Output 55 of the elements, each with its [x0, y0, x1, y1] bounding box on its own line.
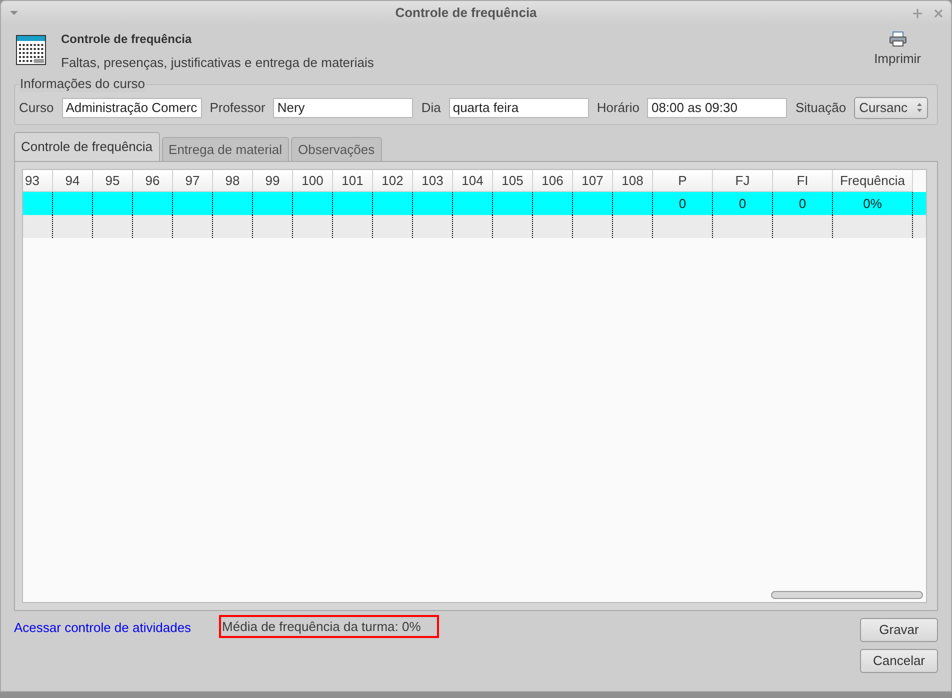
- column-header[interactable]: P: [653, 170, 713, 192]
- tab[interactable]: Observações: [290, 137, 382, 161]
- text-field[interactable]: Administração Comerc: [62, 98, 202, 118]
- field-label: Horário: [596, 98, 640, 117]
- tab[interactable]: Controle de frequência: [14, 132, 160, 161]
- field-label: Dia: [421, 98, 441, 117]
- table-cell: 0: [678, 196, 686, 211]
- maximize-icon[interactable]: [913, 8, 922, 18]
- average-label: Média de frequência da turma: 0%: [219, 615, 440, 638]
- print-button[interactable]: Imprimir: [874, 31, 921, 68]
- column-header[interactable]: 102: [373, 170, 413, 192]
- text-field[interactable]: Nery: [273, 98, 414, 118]
- status-dropdown[interactable]: Cursanc: [854, 96, 928, 118]
- table-cell: 0%: [863, 196, 882, 211]
- column-header[interactable]: 97: [173, 170, 213, 192]
- column-header[interactable]: 106: [533, 170, 573, 192]
- calendar-icon: [16, 35, 46, 65]
- field-label: Professor: [210, 98, 266, 117]
- field-label: Situação: [795, 98, 846, 117]
- table-row[interactable]: 0 0 0 0%: [23, 192, 926, 215]
- column-header[interactable]: 99: [253, 170, 293, 192]
- horizontal-scrollbar[interactable]: [771, 591, 923, 599]
- header-subtitle: Faltas, presenças, justificativas e entrega de materiais: [61, 54, 374, 72]
- column-header[interactable]: 98: [213, 170, 253, 192]
- column-header[interactable]: Frequência: [833, 170, 913, 192]
- window-title: Controle de frequência: [394, 4, 538, 22]
- activities-link[interactable]: Acessar controle de atividades: [14, 618, 192, 638]
- column-header[interactable]: 100: [293, 170, 333, 192]
- column-header[interactable]: 95: [93, 170, 133, 192]
- close-icon[interactable]: [934, 8, 943, 18]
- text-field[interactable]: 08:00 as 09:30: [647, 98, 788, 118]
- text-field[interactable]: quarta feira: [448, 98, 589, 118]
- column-header[interactable]: 96: [133, 170, 173, 192]
- column-header[interactable]: 101: [333, 170, 373, 192]
- column-header[interactable]: FJ: [713, 170, 773, 192]
- spinner-arrows-icon: [916, 102, 924, 113]
- column-header[interactable]: 104: [453, 170, 493, 192]
- group-legend: Informações do curso: [19, 76, 146, 92]
- column-header[interactable]: 107: [573, 170, 613, 192]
- menu-caret-icon[interactable]: [9, 10, 19, 16]
- column-header[interactable]: 108: [613, 170, 653, 192]
- column-header[interactable]: 94: [53, 170, 93, 192]
- table-cell: 0: [798, 196, 806, 211]
- header-title: Controle de frequência: [61, 31, 193, 48]
- dialog-button[interactable]: Cancelar: [860, 649, 938, 673]
- table-row[interactable]: [23, 215, 926, 238]
- column-header[interactable]: 103: [413, 170, 453, 192]
- printer-icon: [888, 31, 907, 47]
- column-header[interactable]: 105: [493, 170, 533, 192]
- field-label: Curso: [19, 98, 54, 117]
- table-cell: 0: [738, 196, 746, 211]
- tab[interactable]: Entrega de material: [162, 137, 289, 161]
- column-header[interactable]: FI: [773, 170, 833, 192]
- column-header[interactable]: 93: [23, 170, 53, 192]
- dialog-button[interactable]: Gravar: [860, 618, 938, 642]
